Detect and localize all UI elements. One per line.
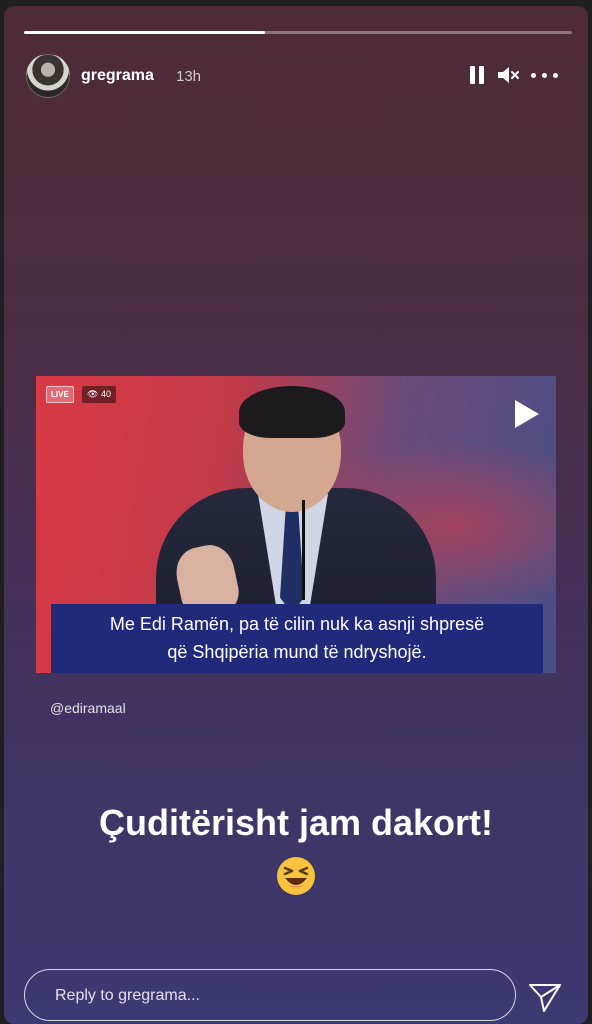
mention-tag[interactable]: @ediramaal <box>50 700 126 716</box>
mute-icon[interactable] <box>496 64 520 86</box>
pause-icon[interactable] <box>469 64 487 86</box>
video-subtitle: Me Edi Ramën, pa të cilin nuk ka asnji s… <box>51 604 543 673</box>
laughing-emoji-icon <box>276 856 316 896</box>
avatar[interactable] <box>26 54 70 98</box>
microphone <box>302 500 305 600</box>
more-icon[interactable] <box>531 64 561 86</box>
subtitle-line-1: Me Edi Ramën, pa të cilin nuk ka asnji s… <box>109 614 485 634</box>
shared-video-frame[interactable]: LIVE 👁 40 Me Edi Ramën, pa të cilin nuk … <box>36 376 556 673</box>
eye-icon: 👁 <box>87 389 99 399</box>
story-caption: Çuditërisht jam dakort! <box>98 802 494 843</box>
story-viewer: gregrama 13h LIVE 👁 40 Me Edi Ramën, pa … <box>4 6 588 1024</box>
timestamp: 13h <box>176 68 202 85</box>
story-progress-fill <box>24 31 266 34</box>
play-icon[interactable] <box>511 398 541 435</box>
send-icon[interactable] <box>528 982 562 1019</box>
reply-field[interactable] <box>24 969 516 1021</box>
username[interactable]: gregrama <box>81 67 154 85</box>
viewer-count-value: 40 <box>100 389 111 399</box>
person-hair <box>239 386 345 438</box>
viewer-count: 👁 40 <box>82 386 116 403</box>
reply-input[interactable] <box>53 983 497 1009</box>
live-badge: LIVE <box>46 386 74 403</box>
subtitle-line-2: që Shqipëria mund të ndryshojë. <box>167 642 427 662</box>
story-header: gregrama 13h <box>26 54 566 98</box>
story-progress-bar <box>24 31 572 34</box>
